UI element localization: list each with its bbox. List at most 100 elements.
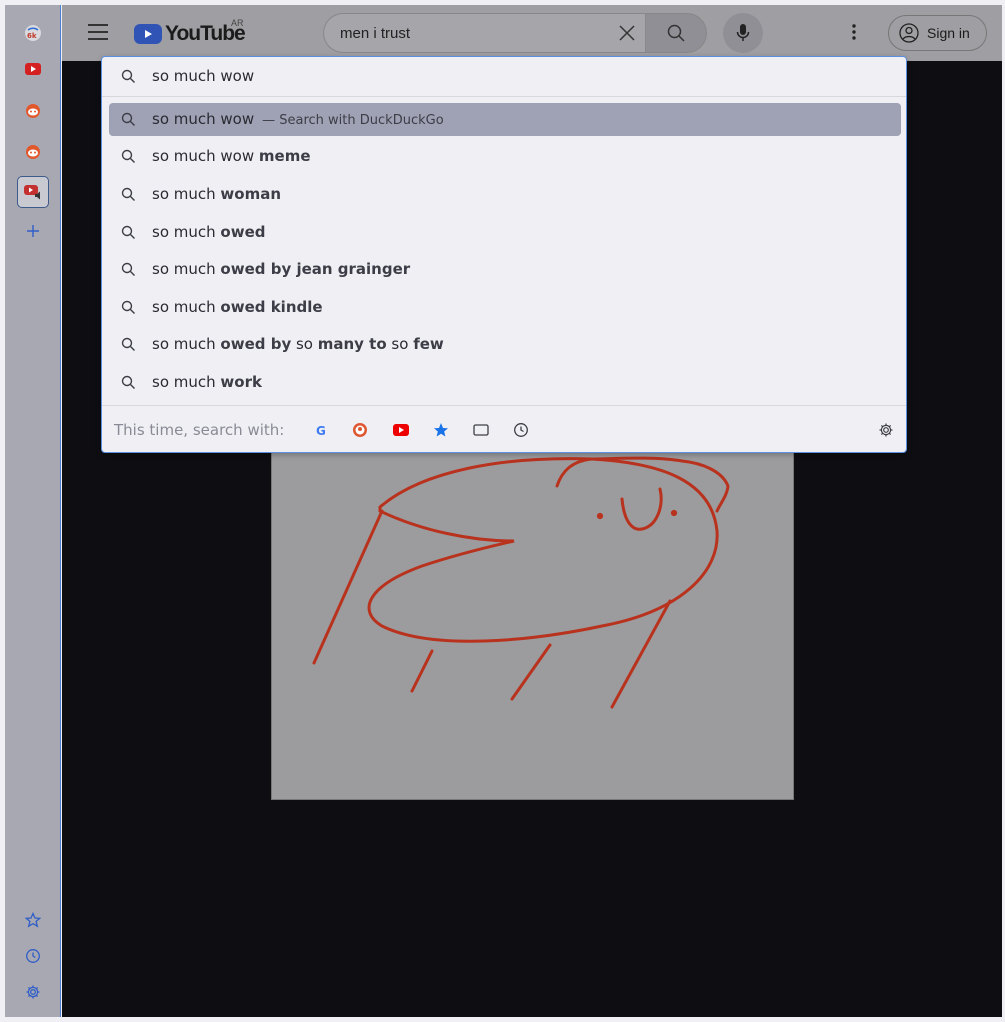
doodle-drawing (312, 456, 730, 709)
suggestion-text: so much owed (152, 223, 265, 241)
suggestion-row[interactable]: so much owed kindle (109, 291, 901, 324)
search-icon (121, 375, 135, 389)
close-icon[interactable] (617, 23, 637, 43)
suggestion-row[interactable]: so much owed by so many to so few (109, 328, 901, 361)
feed-icon: 6k (25, 25, 41, 41)
sidebar-add-panel[interactable] (18, 216, 48, 246)
suggestion-text: so much work (152, 373, 262, 391)
engine-google[interactable]: G (311, 420, 331, 440)
tabs-icon (473, 424, 489, 436)
plus-icon (27, 225, 39, 237)
urlbar-dropdown: so much wow so much wow — Search with Duc… (101, 56, 907, 453)
engine-tabs[interactable] (471, 420, 491, 440)
suggestion-part: so (291, 335, 318, 353)
suggestion-completion: woman (220, 185, 281, 203)
suggestion-row[interactable]: so much wow — Search with DuckDuckGo (109, 103, 901, 136)
youtube-play-icon (134, 24, 162, 44)
gear-icon (26, 985, 40, 999)
microphone-icon (736, 24, 750, 41)
suggestion-row[interactable]: so much owed by jean grainger (109, 253, 901, 286)
engine-duckduckgo[interactable] (350, 420, 370, 440)
clock-icon (26, 949, 40, 963)
suggestion-part: few (413, 335, 444, 353)
suggestion-row[interactable]: so much wow meme (109, 140, 901, 173)
suggestion-completion: owed by jean grainger (220, 260, 411, 278)
youtube-search-input[interactable]: men i trust (323, 13, 645, 53)
sidebar-panel-6k-feed[interactable]: 6k (18, 18, 48, 48)
search-icon (121, 149, 135, 163)
suggestion-text: so much owed by jean grainger (152, 260, 410, 278)
youtube-masthead: YouTube AR men i trust Sign in (62, 5, 1002, 61)
suggestion-text: so much woman (152, 185, 281, 203)
suggestion-completion: owed (220, 223, 266, 241)
suggestion-prefix: so much wow (152, 147, 259, 165)
one-off-search-bar: This time, search with: G (102, 405, 906, 453)
gear-icon (879, 423, 893, 437)
sidebar-panel-reddit-1[interactable] (18, 95, 48, 125)
youtube-search-button[interactable] (645, 13, 707, 53)
search-icon (121, 262, 135, 276)
suggestion-row[interactable]: so much owed (109, 216, 901, 249)
search-settings[interactable] (876, 420, 896, 440)
suggestion-text: so much wow meme (152, 147, 311, 165)
urlbar-input[interactable]: so much wow (102, 57, 906, 97)
search-icon (121, 225, 135, 239)
browser-sidebar: 6k (5, 5, 61, 1017)
browser-window: 6k YouTube AR men i trust Sign in so muc… (0, 0, 1005, 1022)
youtube-icon (25, 63, 41, 75)
reddit-icon (26, 104, 40, 118)
suggestion-subtitle: — Search with DuckDuckGo (262, 113, 444, 128)
search-icon (121, 300, 135, 314)
search-icon (667, 24, 685, 42)
youtube-icon (393, 424, 409, 436)
suggestion-prefix: so much (152, 335, 221, 353)
search-value: men i trust (340, 25, 411, 42)
search-with-label: This time, search with: (114, 421, 285, 439)
engine-bookmarks[interactable] (431, 420, 451, 440)
engine-youtube[interactable] (391, 420, 411, 440)
youtube-logo[interactable]: YouTube AR (134, 18, 246, 46)
more-options-icon[interactable] (852, 23, 856, 41)
suggestion-completion: owed kindle (220, 298, 323, 316)
suggestion-row[interactable]: so much work (109, 366, 901, 399)
sidebar-history[interactable] (18, 941, 48, 971)
history-icon (514, 423, 528, 437)
suggestion-text: so much owed by so many to so few (152, 335, 444, 353)
suggestion-prefix: so much (152, 185, 221, 203)
urlbar-typed-text: so much wow (152, 67, 255, 85)
svg-text:G: G (316, 424, 326, 437)
account-icon (899, 23, 919, 43)
suggestion-row[interactable]: so much woman (109, 178, 901, 211)
sidebar-panel-youtube-active[interactable] (17, 176, 49, 208)
suggestion-completion: meme (258, 147, 311, 165)
search-icon (121, 187, 135, 201)
engine-history[interactable] (511, 420, 531, 440)
hamburger-menu-icon[interactable] (88, 24, 108, 40)
reddit-icon (26, 145, 40, 159)
voice-search-button[interactable] (723, 13, 763, 53)
google-icon: G (316, 424, 326, 437)
suggestion-part: many to (317, 335, 387, 353)
sidebar-panel-reddit-2[interactable] (18, 136, 48, 166)
suggestion-completion: work (220, 373, 262, 391)
sign-in-label: Sign in (927, 25, 970, 41)
sidebar-settings[interactable] (18, 977, 48, 1007)
duckduckgo-icon (353, 423, 367, 437)
sidebar-panel-youtube[interactable] (18, 54, 48, 84)
suggestion-prefix: so much (152, 223, 221, 241)
suggestion-part: so (386, 335, 414, 353)
country-code: AR (231, 18, 244, 28)
sign-in-button[interactable]: Sign in (888, 15, 987, 51)
search-icon (121, 337, 135, 351)
sidebar-bookmarks[interactable] (18, 905, 48, 935)
suggestion-prefix: so much (152, 298, 221, 316)
bookmarks-star-icon (434, 423, 448, 437)
svg-text:6k: 6k (27, 32, 37, 40)
star-icon (25, 912, 41, 928)
suggestion-prefix: so much (152, 260, 221, 278)
search-icon (121, 69, 135, 83)
suggestion-text: so much wow — Search with DuckDuckGo (152, 110, 444, 128)
suggestion-completion: owed by (220, 335, 292, 353)
suggestion-prefix: so much (152, 373, 221, 391)
video-frame[interactable] (271, 400, 794, 800)
